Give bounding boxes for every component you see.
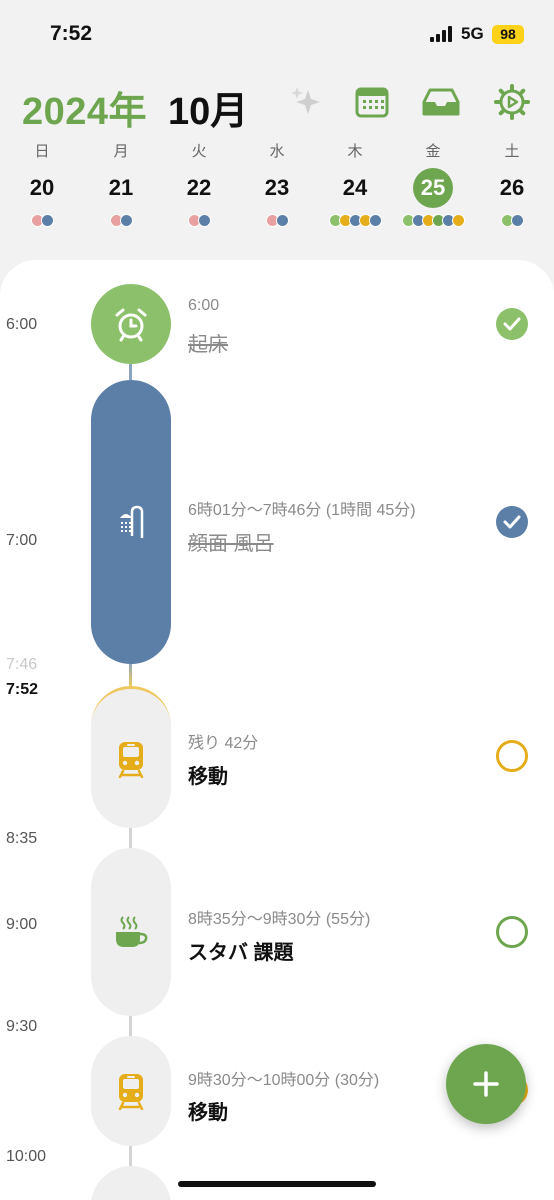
day-number: 26 [499, 175, 525, 200]
time-label: 9:00 [6, 916, 38, 933]
month-label[interactable]: 10月 [168, 80, 248, 135]
weekday-label: 火 [191, 143, 207, 160]
timeline-connector [129, 662, 132, 686]
day-number: 21 [108, 175, 134, 200]
event-dots [10, 214, 74, 232]
weekday-label: 月 [113, 143, 129, 160]
day-cell-22[interactable]: 火 22 [167, 140, 231, 232]
event-title[interactable]: 移動 [188, 1096, 228, 1125]
event-time: 9時30分〜10時00分 (30分) [188, 1072, 380, 1089]
day-cell-23[interactable]: 水 23 [245, 140, 309, 232]
add-event-button[interactable] [446, 1044, 526, 1124]
weekday-label: 日 [34, 143, 50, 160]
day-cell-20[interactable]: 日 20 [10, 140, 74, 232]
event-dots [480, 214, 544, 232]
time-label: 8:35 [6, 830, 38, 847]
check-empty-icon[interactable] [496, 740, 528, 772]
event-dot-icon [197, 214, 211, 227]
event-time: 8時35分〜9時30分 (55分) [188, 911, 371, 928]
event-pill-next[interactable] [91, 1166, 171, 1200]
event-dots [401, 214, 465, 232]
event-title[interactable]: 移動 [188, 760, 228, 789]
day-number: 25 [413, 168, 453, 208]
inbox-icon[interactable] [422, 84, 460, 120]
status-time: 7:52 [50, 22, 93, 45]
event-time: 6:00 [188, 297, 220, 314]
day-number: 23 [264, 175, 290, 200]
weekday-label: 土 [504, 143, 520, 160]
event-dots [89, 214, 153, 232]
weekday-label: 水 [269, 143, 285, 160]
sparkles-icon[interactable] [288, 84, 324, 120]
signal-icon [430, 26, 456, 42]
event-pill-move[interactable] [91, 1036, 171, 1146]
train-icon [118, 741, 144, 778]
day-cell-26[interactable]: 土 26 [480, 140, 544, 232]
train-icon [118, 1074, 144, 1110]
check-done-icon[interactable] [496, 308, 528, 340]
event-dot-icon [275, 214, 289, 227]
event-title[interactable]: スタバ 課題 [188, 936, 294, 965]
calendar-header: 2024年 10月 [0, 70, 554, 140]
day-cell-24[interactable]: 木 24 [323, 140, 387, 232]
day-number: 24 [342, 175, 368, 200]
day-number: 22 [186, 175, 212, 200]
day-cell-25[interactable]: 金 25 [401, 140, 465, 232]
weekday-label: 金 [425, 143, 441, 160]
event-remaining: 残り 42分 [188, 735, 259, 752]
time-label: 6:00 [6, 316, 38, 333]
event-dot-icon [451, 214, 465, 227]
event-title[interactable]: 顔面 風呂 [188, 527, 274, 556]
event-dots [323, 214, 387, 232]
coffee-icon [116, 916, 148, 947]
shower-icon [120, 505, 144, 538]
weekday-label: 木 [347, 143, 363, 160]
time-label: 9:30 [6, 1018, 38, 1035]
timeline-connector [129, 1014, 132, 1038]
day-cell-21[interactable]: 月 21 [89, 140, 153, 232]
year-label[interactable]: 2024年 [22, 80, 147, 135]
settings-icon[interactable] [494, 84, 530, 120]
event-dot-icon [510, 214, 524, 227]
time-label: 10:00 [6, 1148, 47, 1165]
event-time: 6時01分〜7時46分 (1時間 45分) [188, 502, 416, 519]
current-time-label: 7:52 [6, 681, 39, 698]
event-dot-icon [40, 214, 54, 227]
time-label: 7:00 [6, 532, 38, 549]
timeline-connector [129, 1144, 132, 1168]
event-dot-icon [119, 214, 133, 227]
home-indicator [178, 1181, 376, 1187]
day-number: 20 [29, 175, 55, 200]
alarm-clock-icon [115, 308, 147, 342]
plus-icon [473, 1071, 499, 1097]
event-pill-move[interactable] [91, 686, 171, 828]
network-label: 5G [461, 24, 484, 43]
check-done-icon[interactable] [496, 506, 528, 538]
event-title[interactable]: 起床 [188, 328, 228, 357]
event-pill-wake[interactable] [91, 284, 171, 364]
event-dots [245, 214, 309, 232]
time-label: 7:46 [6, 656, 38, 673]
check-empty-icon[interactable] [496, 916, 528, 948]
calendar-icon[interactable] [354, 84, 390, 120]
event-pill-coffee[interactable] [91, 848, 171, 1016]
battery-icon: 98 [492, 25, 524, 44]
status-bar: 7:52 5G 98 [0, 0, 554, 64]
timeline-connector [129, 826, 132, 850]
event-dot-icon [368, 214, 382, 227]
event-pill-bath[interactable] [91, 380, 171, 664]
week-strip: 日 20 月 21 火 22 水 23 木 24 金 25 土 26 [0, 140, 554, 250]
event-dots [167, 214, 231, 232]
